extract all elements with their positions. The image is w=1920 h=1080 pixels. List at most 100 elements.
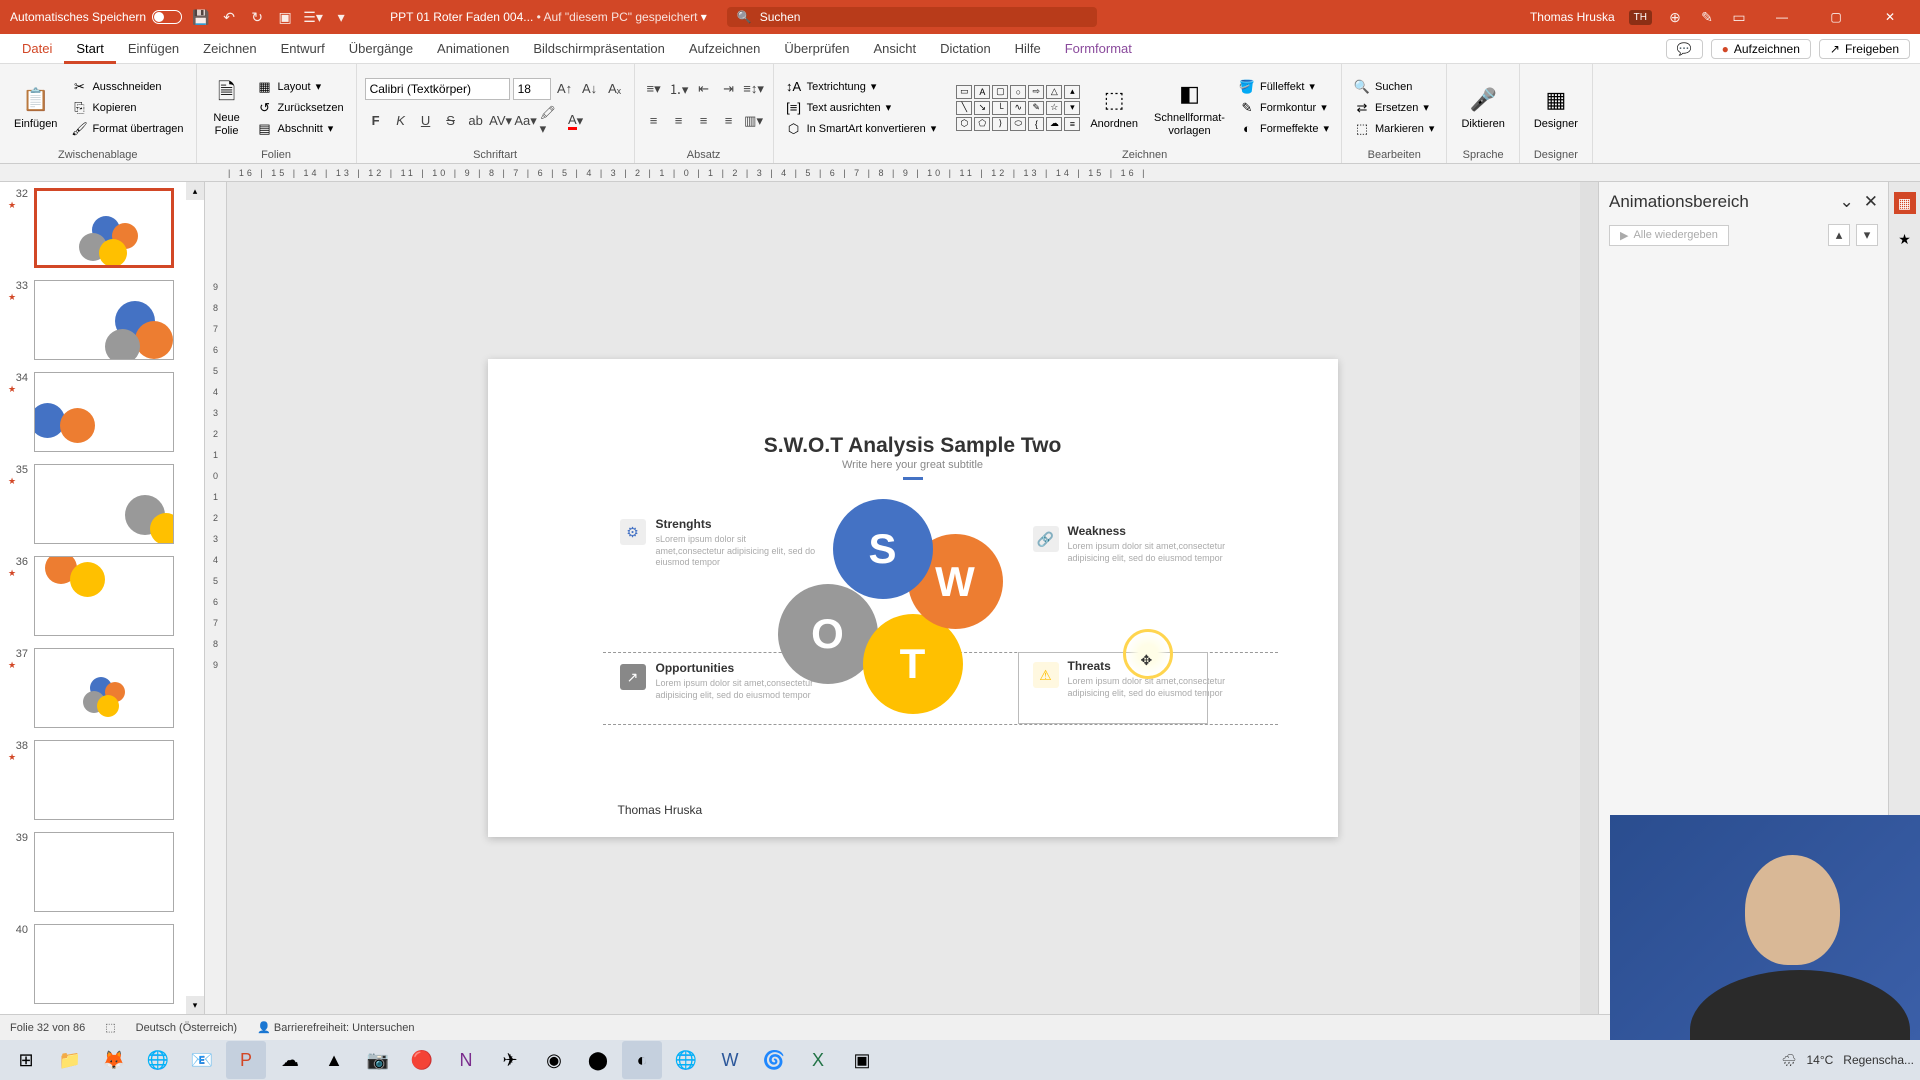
shape-more-icon[interactable]: ≡ — [1064, 117, 1080, 131]
thumbnail-35[interactable]: 35★ — [0, 458, 204, 550]
shape-elbow-icon[interactable]: └ — [992, 101, 1008, 115]
cut-button[interactable]: ✂Ausschneiden — [67, 78, 187, 96]
shape-tri-icon[interactable]: △ — [1046, 85, 1062, 99]
shape-callout-icon[interactable]: ⬭ — [1010, 117, 1026, 131]
paste-button[interactable]: 📋Einfügen — [8, 82, 63, 132]
shape-outline-button[interactable]: ✎Formkontur▾ — [1235, 99, 1333, 117]
app-icon[interactable]: 🌐 — [666, 1041, 706, 1079]
toggle-switch-icon[interactable] — [152, 10, 182, 24]
window-mode-icon[interactable]: ▭ — [1730, 8, 1748, 26]
outlook-icon[interactable]: 📧 — [182, 1041, 222, 1079]
bold-icon[interactable]: F — [365, 110, 387, 132]
font-color-icon[interactable]: A▾ — [565, 110, 587, 132]
slide-thumbnail-panel[interactable]: ▴ 32★ 33★ 34★ 35★ 36★ 37★ 38★ — [0, 182, 205, 1014]
shape-circle-icon[interactable]: ○ — [1010, 85, 1026, 99]
search-input[interactable] — [760, 10, 1087, 24]
excel-icon[interactable]: X — [798, 1041, 838, 1079]
vertical-ruler[interactable]: 9876543210123456789 — [205, 182, 227, 1014]
tab-start[interactable]: Start — [64, 34, 115, 64]
shape-curve-icon[interactable]: ∿ — [1010, 101, 1026, 115]
tab-dictation[interactable]: Dictation — [928, 34, 1003, 64]
move-down-icon[interactable]: ▾ — [1856, 224, 1878, 246]
strengths-icon[interactable]: ⚙ — [620, 519, 646, 545]
tab-review[interactable]: Überprüfen — [772, 34, 861, 64]
tab-design[interactable]: Entwurf — [269, 34, 337, 64]
app-icon[interactable]: ☁ — [270, 1041, 310, 1079]
decrease-font-icon[interactable]: A↓ — [579, 78, 601, 100]
clear-format-icon[interactable]: Aₓ — [604, 78, 626, 100]
close-pane-icon[interactable]: ✕ — [1864, 192, 1878, 211]
change-case-icon[interactable]: Aa▾ — [515, 110, 537, 132]
shape-more-dn-icon[interactable]: ▾ — [1064, 101, 1080, 115]
arrange-button[interactable]: ⬚Anordnen — [1084, 82, 1144, 132]
telegram-icon[interactable]: ✈ — [490, 1041, 530, 1079]
quick-styles-button[interactable]: ◧Schnellformat- vorlagen — [1148, 76, 1231, 138]
thumbnail-40[interactable]: 40 — [0, 918, 204, 1010]
align-left-icon[interactable]: ≡ — [643, 110, 665, 132]
shape-arrow-line-icon[interactable]: ↘ — [974, 101, 990, 115]
thumbnail-36[interactable]: 36★ — [0, 550, 204, 642]
shape-effects-button[interactable]: ◐Formeffekte▾ — [1235, 120, 1333, 138]
tab-help[interactable]: Hilfe — [1003, 34, 1053, 64]
shape-line-icon[interactable]: ╲ — [956, 101, 972, 115]
vertical-scrollbar[interactable] — [1580, 182, 1598, 1014]
increase-font-icon[interactable]: A↑ — [554, 78, 576, 100]
chrome-icon[interactable]: 🌐 — [138, 1041, 178, 1079]
format-painter-button[interactable]: 🖌Format übertragen — [67, 120, 187, 138]
thumbnail-32[interactable]: 32★ — [0, 182, 204, 274]
line-spacing-icon[interactable]: ≡↕▾ — [743, 78, 765, 100]
thumbnail-37[interactable]: 37★ — [0, 642, 204, 734]
layout-button[interactable]: ▦Layout▾ — [253, 78, 348, 96]
slide-title[interactable]: S.W.O.T Analysis Sample Two — [488, 434, 1338, 458]
system-tray[interactable]: 🌧 14°C Regenscha... — [1781, 1053, 1914, 1067]
search-box[interactable]: 🔍 — [727, 7, 1097, 27]
circle-s[interactable]: S — [833, 499, 933, 599]
new-slide-button[interactable]: 🗎Neue Folie — [205, 76, 249, 138]
text-direction-button[interactable]: ↕ATextrichtung▾ — [782, 78, 941, 96]
app-icon[interactable]: ◉ — [534, 1041, 574, 1079]
redo-icon[interactable]: ↻ — [248, 8, 266, 26]
slide-footer[interactable]: Thomas Hruska — [618, 803, 703, 817]
shape-more-up-icon[interactable]: ▴ — [1064, 85, 1080, 99]
tab-draw[interactable]: Zeichnen — [191, 34, 268, 64]
increase-indent-icon[interactable]: ⇥ — [718, 78, 740, 100]
numbering-icon[interactable]: ⒈▾ — [668, 78, 690, 100]
dictate-button[interactable]: 🎤Diktieren — [1455, 82, 1510, 132]
edge-icon[interactable]: 🌀 — [754, 1041, 794, 1079]
present-icon[interactable]: ▣ — [276, 8, 294, 26]
thumbnail-33[interactable]: 33★ — [0, 274, 204, 366]
scroll-down-icon[interactable]: ▾ — [186, 996, 204, 1014]
play-all-button[interactable]: ▶Alle wiedergeben — [1609, 225, 1729, 246]
convert-smartart-button[interactable]: ⬡In SmartArt konvertieren▾ — [782, 120, 941, 138]
language-status[interactable]: Deutsch (Österreich) — [136, 1022, 237, 1034]
slide[interactable]: S.W.O.T Analysis Sample Two Write here y… — [488, 359, 1338, 837]
touch-mode-icon[interactable]: ☰▾ — [304, 8, 322, 26]
shape-roundrect-icon[interactable]: ▢ — [992, 85, 1008, 99]
designer-pane-icon[interactable]: ▦ — [1894, 192, 1916, 214]
file-explorer-icon[interactable]: 📁 — [50, 1041, 90, 1079]
comments-button[interactable]: 💬 — [1666, 39, 1703, 59]
app-icon[interactable]: 🔴 — [402, 1041, 442, 1079]
reset-button[interactable]: ↺Zurücksetzen — [253, 99, 348, 117]
animation-pane-icon[interactable]: ★ — [1894, 228, 1916, 250]
thumbnail-39[interactable]: 39 — [0, 826, 204, 918]
highlight-icon[interactable]: 🖍▾ — [540, 110, 562, 132]
maximize-button[interactable]: ▢ — [1816, 0, 1856, 34]
autosave-toggle[interactable]: Automatisches Speichern — [10, 10, 182, 24]
section-button[interactable]: ▤Abschnitt▾ — [253, 120, 348, 138]
tab-shape-format[interactable]: Formformat — [1053, 34, 1144, 64]
columns-icon[interactable]: ▥▾ — [743, 110, 765, 132]
app-icon[interactable]: ▣ — [842, 1041, 882, 1079]
move-up-icon[interactable]: ▴ — [1828, 224, 1850, 246]
undo-icon[interactable]: ↶ — [220, 8, 238, 26]
selection-box[interactable] — [1018, 652, 1208, 724]
app-icon[interactable]: 📷 — [358, 1041, 398, 1079]
shape-fill-button[interactable]: 🪣Fülleffekt▾ — [1235, 78, 1333, 96]
thumbnail-38[interactable]: 38★ — [0, 734, 204, 826]
shape-hex-icon[interactable]: ⬡ — [956, 117, 972, 131]
strike-icon[interactable]: S — [440, 110, 462, 132]
minimize-button[interactable]: — — [1762, 0, 1802, 34]
shape-star-icon[interactable]: ☆ — [1046, 101, 1062, 115]
user-avatar[interactable]: TH — [1629, 10, 1652, 25]
char-spacing-icon[interactable]: AV▾ — [490, 110, 512, 132]
